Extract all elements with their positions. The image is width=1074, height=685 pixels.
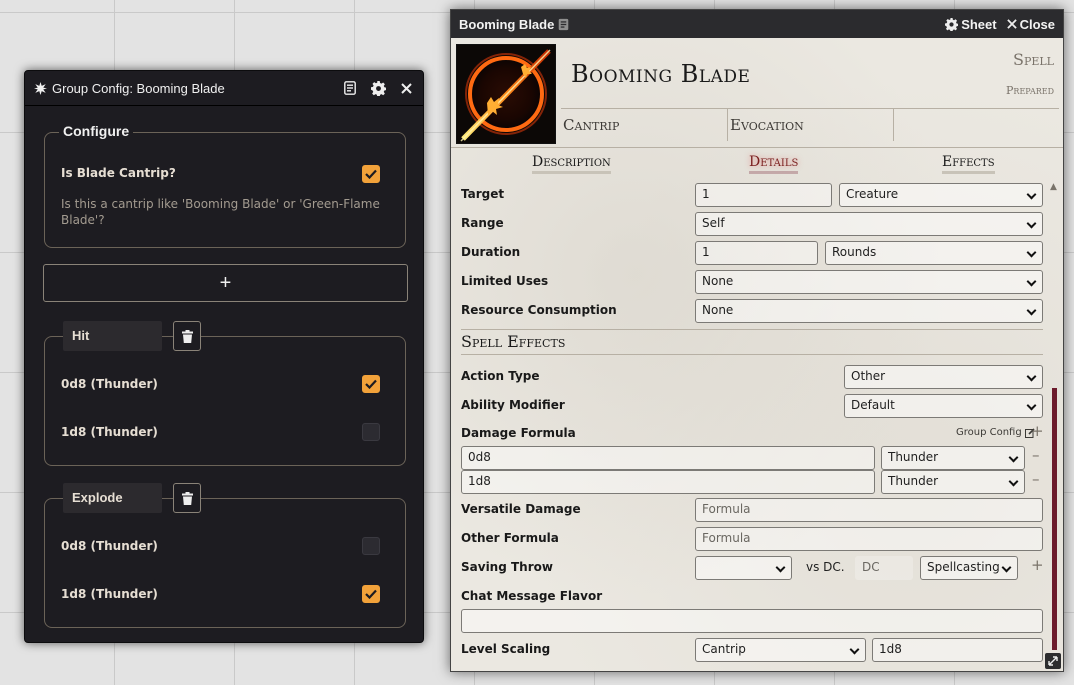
damage-part-checkbox[interactable] [362,585,380,603]
group-name-input[interactable]: Explode [63,483,162,513]
vs-dc-label: vs DC. [806,560,845,574]
spell-school: Evocation [727,109,893,141]
tab-details[interactable]: Details [749,154,799,174]
configure-legend: Configure [59,123,134,139]
ability-modifier-label: Ability Modifier [461,398,565,412]
damage-type-select[interactable]: Thunder [881,446,1025,470]
add-save-button[interactable]: + [1031,556,1044,574]
versatile-damage-label: Versatile Damage [461,502,581,516]
sheet-scrollbar[interactable] [1052,388,1057,650]
action-type-label: Action Type [461,369,540,383]
target-value-input[interactable]: 1 [695,183,832,207]
group-config-header[interactable]: Group Config: Booming Blade [25,71,423,106]
configure-fieldset: Configure Is Blade Cantrip? Is this a ca… [44,123,406,248]
damage-formula-input[interactable]: 1d8 [461,470,875,494]
item-status: Prepared [1006,84,1054,97]
group-config-link-label: Group Config [956,427,1022,438]
spell-effects-title: Spell Effects [461,332,1043,355]
close-button-label: Close [1019,16,1055,32]
versatile-damage-input[interactable]: Formula [695,498,1043,522]
damage-part-checkbox[interactable] [362,423,380,441]
window-title: Booming Blade [459,16,555,32]
damage-part-checkbox[interactable] [362,537,380,555]
target-label: Target [461,187,505,201]
is-blade-cantrip-label: Is Blade Cantrip? [61,166,176,180]
duration-label: Duration [461,245,521,259]
add-group-button[interactable]: + [43,264,408,302]
remove-damage-part-button[interactable]: – [1032,446,1040,464]
resource-consumption-label: Resource Consumption [461,303,617,317]
remove-damage-part-button[interactable]: – [1032,470,1040,488]
damage-part-label: 0d8 (Thunder) [61,539,158,553]
gear-icon[interactable] [369,79,387,97]
other-formula-input[interactable]: Formula [695,527,1043,551]
tab-description[interactable]: Description [532,154,611,174]
ability-modifier-select[interactable]: Default [844,394,1043,418]
target-type-select[interactable]: Creature [839,183,1043,207]
resize-handle[interactable] [1045,653,1061,669]
spell-level: Cantrip [563,116,620,134]
item-name[interactable]: Booming Blade [571,60,750,88]
item-portrait[interactable] [456,44,556,144]
damage-formula-input[interactable]: 0d8 [461,446,875,470]
dc-scaling-select[interactable]: Spellcasting [920,556,1018,580]
trash-icon [181,491,193,505]
chat-flavor-input[interactable] [461,609,1043,633]
level-scaling-formula-input[interactable]: 1d8 [872,638,1043,662]
journal-icon[interactable] [558,18,569,31]
is-blade-cantrip-checkbox[interactable] [362,165,380,183]
scroll-up-icon[interactable]: ▲ [1050,182,1057,192]
range-label: Range [461,216,504,230]
group-config-title: Group Config: Booming Blade [52,80,225,96]
trash-icon [181,329,193,343]
journal-icon[interactable] [341,79,359,97]
item-sheet-window: Booming Blade Sheet Close Booming Blade … [450,9,1064,672]
add-damage-part-button[interactable]: + [1031,422,1044,440]
item-sheet-header[interactable]: Booming Blade Sheet Close [451,10,1063,38]
spell-summary-empty [893,109,1059,141]
item-summary: Cantrip Evocation [561,108,1059,143]
resource-consumption-select[interactable]: None [695,299,1043,323]
chat-flavor-label: Chat Message Flavor [461,589,603,603]
sheet-button-label: Sheet [961,16,997,32]
group-config-window: Group Config: Booming Blade Configure Is… [24,70,424,643]
burst-icon [34,81,47,95]
level-scaling-label: Level Scaling [461,642,551,656]
duration-units-select[interactable]: Rounds [825,241,1043,265]
gear-icon [945,17,959,31]
saving-throw-label: Saving Throw [461,560,553,574]
range-select[interactable]: Self [695,212,1043,236]
sheet-config-button[interactable]: Sheet [945,16,997,32]
level-scaling-select[interactable]: Cantrip [695,638,866,662]
damage-part-label: 0d8 (Thunder) [61,377,158,391]
close-icon [1006,19,1017,29]
close-icon[interactable] [397,79,415,97]
damage-type-select[interactable]: Thunder [881,470,1025,494]
tab-effects[interactable]: Effects [942,154,995,174]
limited-uses-select[interactable]: None [695,270,1043,294]
dc-input[interactable]: DC [855,556,913,580]
duration-value-input[interactable]: 1 [695,241,818,265]
delete-group-button[interactable] [173,321,201,351]
item-type: Spell [1012,50,1054,69]
group-name-input[interactable]: Hit [63,321,162,351]
divider [461,329,1043,330]
damage-part-checkbox[interactable] [362,375,380,393]
delete-group-button[interactable] [173,483,201,513]
close-button[interactable]: Close [1006,16,1055,32]
other-formula-label: Other Formula [461,531,559,545]
damage-part-label: 1d8 (Thunder) [61,425,158,439]
damage-formula-label: Damage Formula [461,426,576,440]
group-fieldset-explode: Explode 0d8 (Thunder) 1d8 (Thunder) [44,483,406,628]
action-type-select[interactable]: Other [844,365,1043,389]
group-fieldset-hit: Hit 0d8 (Thunder) 1d8 (Thunder) [44,321,406,466]
sheet-tabs: Description Details Effects [451,147,1063,180]
damage-part-label: 1d8 (Thunder) [61,587,158,601]
limited-uses-label: Limited Uses [461,274,549,288]
saving-throw-ability-select[interactable] [695,556,792,580]
group-config-link[interactable]: Group Config [956,427,1035,438]
blade-cantrip-hint: Is this a cantrip like 'Booming Blade' o… [61,197,380,227]
